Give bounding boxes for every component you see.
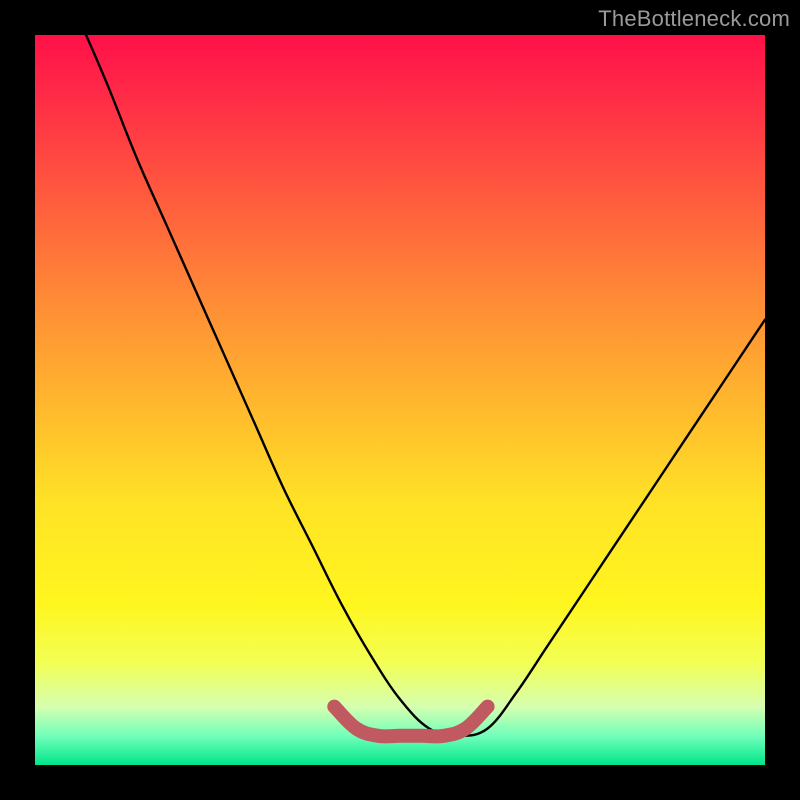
curve-line [86,35,765,736]
plot-area [35,35,765,765]
chart-svg [35,35,765,765]
watermark-text: TheBottleneck.com [598,6,790,32]
chart-frame: TheBottleneck.com [0,0,800,800]
